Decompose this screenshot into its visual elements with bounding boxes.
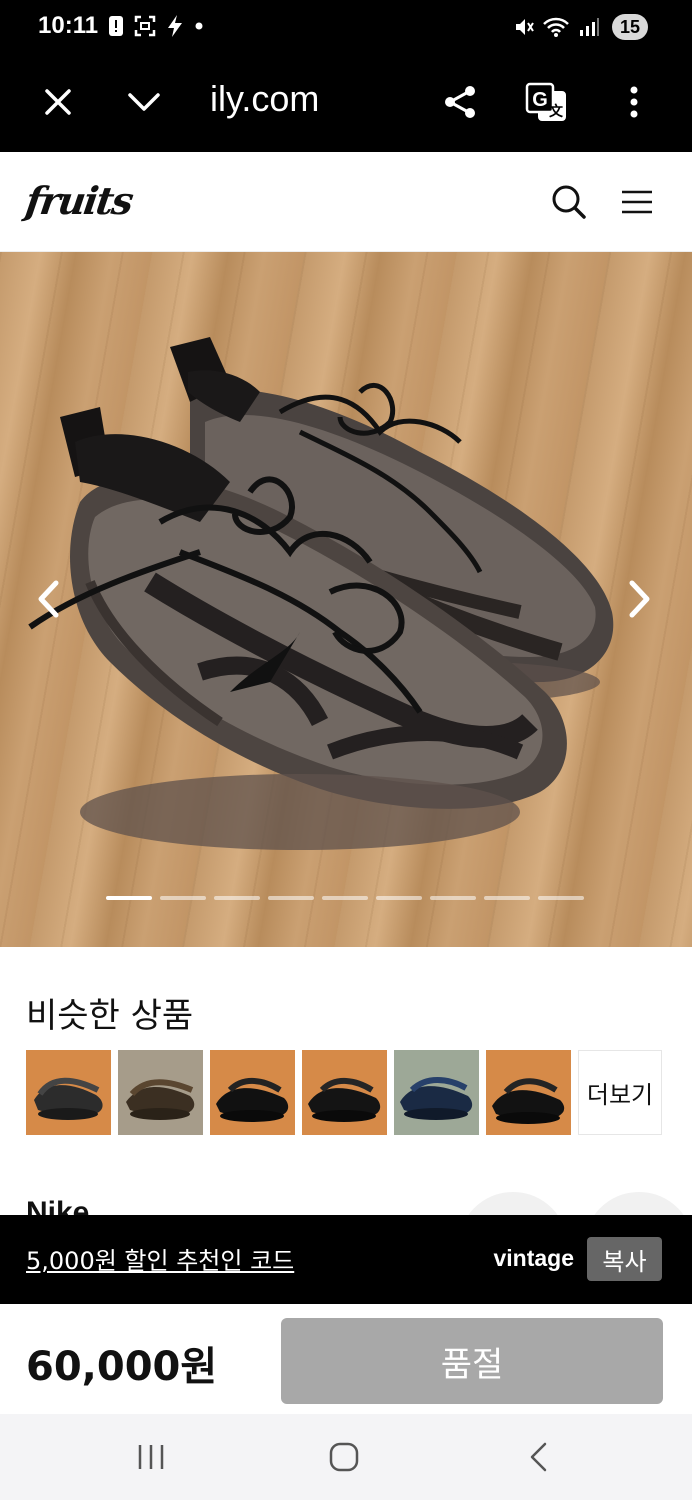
- status-left-icons: [108, 12, 204, 40]
- similar-product-thumb[interactable]: [394, 1050, 479, 1135]
- similar-product-thumb[interactable]: [210, 1050, 295, 1135]
- share-button[interactable]: [438, 80, 482, 124]
- chevron-down-icon: [128, 93, 160, 111]
- similar-products-list: 더보기: [26, 1050, 662, 1135]
- site-header: fruits: [0, 152, 692, 252]
- translate-icon: G文: [525, 82, 566, 121]
- similar-product-thumb[interactable]: [118, 1050, 203, 1135]
- recent-apps-button[interactable]: [126, 1432, 176, 1482]
- home-icon: [329, 1442, 359, 1472]
- back-icon: [530, 1442, 547, 1472]
- svg-text:G: G: [532, 89, 548, 111]
- sneaker-thumb-image: [126, 1079, 195, 1120]
- url-text[interactable]: ily.com: [210, 78, 319, 120]
- sold-out-button[interactable]: 품절: [281, 1318, 663, 1404]
- sneaker-thumb-image: [492, 1078, 565, 1124]
- carousel-dot[interactable]: [376, 896, 422, 900]
- more-vertical-icon: [630, 86, 638, 118]
- recent-apps-icon: [138, 1445, 164, 1469]
- status-right-icons: [514, 13, 600, 41]
- similar-product-thumb[interactable]: [486, 1050, 571, 1135]
- dot-icon: [195, 22, 203, 30]
- search-button[interactable]: [547, 180, 591, 224]
- product-image-carousel[interactable]: [0, 252, 692, 947]
- sneaker-thumb-image: [308, 1078, 381, 1122]
- system-navigation-bar: [0, 1414, 692, 1500]
- referral-coupon-banner: 5,000원 할인 추천인 코드 vintage 복사: [0, 1215, 692, 1304]
- flash-icon: [168, 15, 182, 37]
- similar-product-thumb[interactable]: [302, 1050, 387, 1135]
- carousel-dot[interactable]: [268, 896, 314, 900]
- close-icon: [45, 89, 71, 115]
- collapse-button[interactable]: [122, 80, 166, 124]
- sneaker-thumb-image: [394, 1050, 479, 1135]
- close-button[interactable]: [36, 80, 80, 124]
- previous-image-button[interactable]: [28, 574, 68, 624]
- home-button[interactable]: [319, 1432, 369, 1482]
- signal-icon: [580, 18, 599, 36]
- sneaker-thumb-image: [216, 1078, 289, 1122]
- product-price: 60,000원: [26, 1344, 218, 1390]
- similar-products-title: 비슷한 상품: [26, 996, 194, 1036]
- screenshot-icon: [134, 15, 156, 37]
- status-time: 10:11: [38, 12, 99, 39]
- sneakers-photo: [28, 337, 614, 850]
- copy-code-button[interactable]: 복사: [587, 1237, 662, 1281]
- menu-button[interactable]: [615, 180, 659, 224]
- translate-button[interactable]: G文: [524, 80, 568, 124]
- notification-count-badge: 15: [612, 14, 648, 40]
- search-icon: [552, 185, 586, 219]
- svg-text:文: 文: [549, 103, 564, 119]
- status-bar: 10:11 15: [0, 0, 692, 52]
- sneaker-thumb-image: [34, 1077, 103, 1120]
- more-options-button[interactable]: [612, 80, 656, 124]
- browser-toolbar: ily.com G文: [0, 52, 692, 152]
- wifi-icon: [543, 17, 569, 37]
- referral-code: vintage: [493, 1245, 574, 1271]
- carousel-indicators: [106, 896, 584, 900]
- carousel-dot[interactable]: [538, 896, 584, 900]
- share-icon: [445, 86, 475, 118]
- chevron-right-icon: [629, 580, 650, 618]
- referral-coupon-link[interactable]: 5,000원 할인 추천인 코드: [26, 1241, 294, 1276]
- next-image-button[interactable]: [620, 574, 660, 624]
- more-similar-button[interactable]: 더보기: [578, 1050, 662, 1135]
- back-button[interactable]: [513, 1432, 563, 1482]
- carousel-dot[interactable]: [430, 896, 476, 900]
- carousel-dot[interactable]: [214, 896, 260, 900]
- mute-icon: [516, 19, 534, 35]
- carousel-dot-active[interactable]: [106, 896, 152, 900]
- similar-product-thumb[interactable]: [26, 1050, 111, 1135]
- alert-icon: [109, 16, 123, 36]
- menu-icon: [622, 190, 652, 214]
- fruits-logo[interactable]: fruits: [23, 178, 135, 223]
- carousel-dot[interactable]: [484, 896, 530, 900]
- carousel-dot[interactable]: [322, 896, 368, 900]
- purchase-bar: 60,000원 품절: [0, 1304, 692, 1414]
- carousel-dot[interactable]: [160, 896, 206, 900]
- chevron-left-icon: [38, 580, 59, 618]
